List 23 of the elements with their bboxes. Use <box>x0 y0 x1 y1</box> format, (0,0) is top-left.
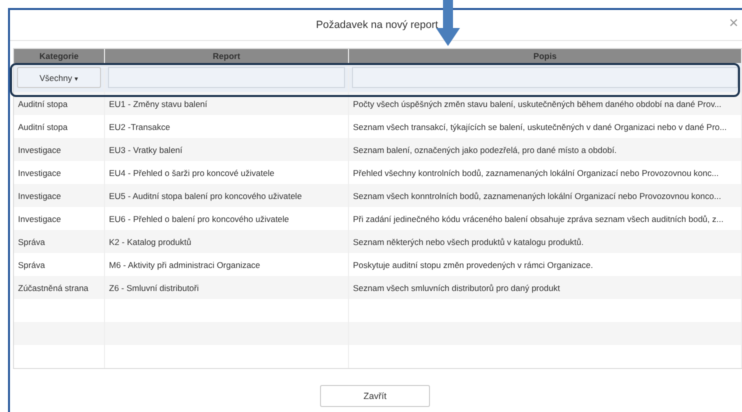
table-cell: Seznam všech smluvních distributorů pro daný produkt <box>349 276 742 299</box>
description-filter-field[interactable] <box>352 67 738 88</box>
dialog-title: Požadavek na nový report <box>316 19 438 31</box>
report-filter-field[interactable] <box>108 67 345 88</box>
table-cell: Auditní stopa <box>14 92 105 115</box>
close-button[interactable]: × <box>729 16 738 32</box>
table-cell: EU3 - Vratky balení <box>105 138 349 161</box>
table-cell: Investigace <box>14 184 105 207</box>
table-cell: Seznam některých nebo všech produktů v katalogu produktů. <box>349 230 742 253</box>
table-cell: Z6 - Smluvní distributoři <box>105 276 349 299</box>
table-cell: Zúčastněná strana <box>14 276 105 299</box>
table-cell: K2 - Katalog produktů <box>105 230 349 253</box>
table-cell: Seznam všech konntrolních bodů, zaznamenaných lokální Organizací nebo Provozovnou konco... <box>349 184 742 207</box>
column-header[interactable]: Kategorie <box>14 49 105 63</box>
table-cell: Správa <box>14 230 105 253</box>
column-header[interactable]: Report <box>105 49 349 63</box>
table-cell: Investigace <box>14 138 105 161</box>
close-dialog-button[interactable]: Zavřít <box>320 385 430 407</box>
arrow-drawing <box>436 0 460 46</box>
table-cell: Seznam balení, označených jako podezřelá, pro dané místo a období. <box>349 138 742 161</box>
table-cell: Počty všech úspěšných změn stavu balení, uskutečněných během daného období na dané Prov... <box>349 92 742 115</box>
table-cell: EU1 - Změny stavu balení <box>105 92 349 115</box>
table-cell: EU5 - Auditní stopa balení pro koncového uživatele <box>105 184 349 207</box>
